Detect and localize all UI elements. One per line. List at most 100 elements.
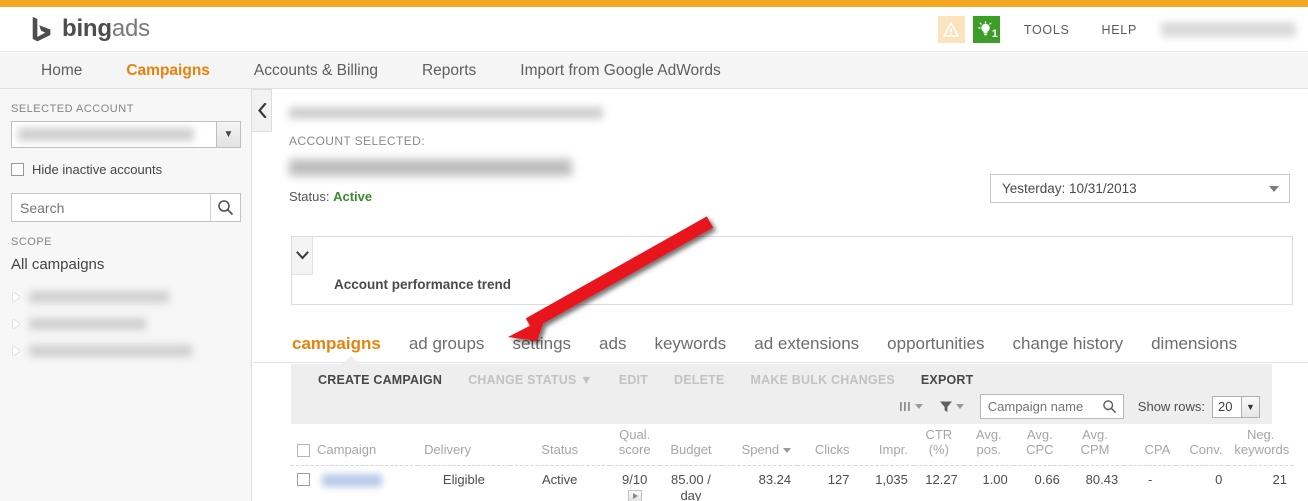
perf-panel-expand-button[interactable] xyxy=(292,237,313,275)
sidebar-collapse-button[interactable] xyxy=(252,89,272,132)
selected-account-label: SELECTED ACCOUNT xyxy=(11,103,134,115)
col-header-impr[interactable]: Impr. xyxy=(855,424,914,467)
cell-campaign[interactable] xyxy=(291,466,418,501)
cell-spend: 83.24 xyxy=(758,472,792,488)
campaign-search[interactable] xyxy=(979,394,1124,419)
create-campaign-button[interactable]: CREATE CAMPAIGN xyxy=(318,373,442,387)
sidebar-search[interactable] xyxy=(11,193,241,222)
campaign-tree xyxy=(11,283,240,364)
tab-ad-groups[interactable]: ad groups xyxy=(395,334,499,362)
tab-change-history[interactable]: change history xyxy=(999,334,1138,362)
col-header-delivery[interactable]: Delivery xyxy=(418,424,510,467)
account-select[interactable]: ▼ xyxy=(11,121,241,148)
columns-icon[interactable] xyxy=(899,400,923,413)
col-header-ctr[interactable]: CTR (%) xyxy=(913,424,964,467)
col-header-budget[interactable]: Budget xyxy=(659,424,723,467)
qual-score-value: 9/10 xyxy=(622,472,648,488)
account-user-name[interactable] xyxy=(1161,22,1296,37)
col-header-status[interactable]: Status xyxy=(509,424,610,467)
nav-item-home[interactable]: Home xyxy=(0,53,104,89)
tree-item[interactable] xyxy=(11,283,240,310)
col-header-avg-cpc[interactable]: Avg. CPC xyxy=(1013,424,1066,467)
tip-count-badge: 1 xyxy=(991,28,998,40)
toolbar-controls: Show rows: 20 ▼ xyxy=(899,394,1260,419)
nav-item-reports[interactable]: Reports xyxy=(400,53,498,89)
chevron-down-icon xyxy=(914,404,923,409)
col-header-clicks[interactable]: Clicks xyxy=(797,424,856,467)
warning-triangle-icon[interactable] xyxy=(937,16,965,43)
tree-item[interactable] xyxy=(11,337,240,364)
cell-budget: 85.00 / day xyxy=(671,472,711,501)
nav-item-accounts-billing[interactable]: Accounts & Billing xyxy=(232,53,400,89)
show-rows-select[interactable]: 20 ▼ xyxy=(1212,395,1260,418)
grid-header-row: Campaign Delivery Status Qual. score Bud… xyxy=(291,424,1293,467)
account-status: Status: Active xyxy=(289,189,372,204)
hide-inactive-accounts-row[interactable]: Hide inactive accounts xyxy=(11,162,240,177)
col-header-qual-score[interactable]: Qual. score xyxy=(609,424,660,467)
col-header-cpa[interactable]: CPA xyxy=(1124,424,1177,467)
col-header-neg-keywords[interactable]: Neg. keywords xyxy=(1228,424,1293,467)
chevron-down-icon: ▼ xyxy=(1241,396,1259,417)
tree-item-label xyxy=(29,344,192,357)
cell-impr: 1,035 xyxy=(875,472,908,488)
campaign-name-link[interactable] xyxy=(322,474,382,488)
edit-button: EDIT xyxy=(618,373,648,387)
search-icon[interactable] xyxy=(210,194,240,221)
nav-item-campaigns[interactable]: Campaigns xyxy=(104,53,232,89)
expand-triangle-icon[interactable] xyxy=(13,291,20,302)
col-header-spend[interactable]: Spend xyxy=(722,424,798,467)
tree-item[interactable] xyxy=(11,310,240,337)
primary-nav: Home Campaigns Accounts & Billing Report… xyxy=(0,53,1308,89)
qual-score-expand-icon[interactable] xyxy=(627,490,642,501)
chevron-left-icon xyxy=(257,103,267,118)
select-all-checkbox[interactable] xyxy=(297,443,310,457)
show-rows-value: 20 xyxy=(1218,399,1233,414)
lightbulb-icon[interactable]: 1 xyxy=(972,16,1000,43)
top-accent-bar xyxy=(0,0,1308,7)
tab-settings[interactable]: settings xyxy=(498,334,585,362)
campaigns-grid: Campaign Delivery Status Qual. score Bud… xyxy=(291,424,1293,501)
nav-item-import-adwords[interactable]: Import from Google AdWords xyxy=(498,53,742,89)
tab-keywords[interactable]: keywords xyxy=(640,334,740,362)
row-checkbox[interactable] xyxy=(297,473,310,487)
tab-ads[interactable]: ads xyxy=(585,334,640,362)
tab-campaigns[interactable]: campaigns xyxy=(278,334,395,362)
col-header-avg-pos[interactable]: Avg. pos. xyxy=(963,424,1014,467)
help-link[interactable]: HELP xyxy=(1086,23,1153,37)
all-campaigns-label[interactable]: All campaigns xyxy=(11,256,240,273)
tab-ad-extensions[interactable]: ad extensions xyxy=(740,334,873,362)
tools-link[interactable]: TOOLS xyxy=(1008,23,1086,37)
sidebar-search-input[interactable] xyxy=(12,195,196,220)
col-header-conv[interactable]: Conv. xyxy=(1176,424,1229,467)
table-row[interactable]: Eligible Active 9/10 85.00 / day 83.24 1… xyxy=(291,466,1293,501)
hide-inactive-checkbox[interactable] xyxy=(11,163,24,176)
change-status-button: CHANGE STATUS ▼ xyxy=(468,373,593,387)
filter-icon[interactable] xyxy=(939,400,964,413)
account-performance-trend-panel: Account performance trend xyxy=(291,236,1293,305)
chevron-down-icon xyxy=(295,251,309,260)
chevron-down-icon xyxy=(1269,185,1279,192)
perf-panel-title: Account performance trend xyxy=(334,277,512,292)
cell-neg-keywords[interactable]: 21 xyxy=(1228,466,1293,501)
search-icon[interactable] xyxy=(1102,399,1117,419)
masthead-right: 1 TOOLS HELP xyxy=(937,7,1308,52)
tab-opportunities[interactable]: opportunities xyxy=(873,334,998,362)
col-header-avg-cpm[interactable]: Avg. CPM xyxy=(1065,424,1125,467)
export-button[interactable]: EXPORT xyxy=(921,373,974,387)
expand-triangle-icon[interactable] xyxy=(13,345,20,356)
cell-ctr: 12.27 xyxy=(925,472,958,488)
show-rows-label: Show rows: xyxy=(1137,399,1205,414)
tab-dimensions[interactable]: dimensions xyxy=(1137,334,1251,362)
expand-triangle-icon[interactable] xyxy=(13,318,20,329)
account-select-value xyxy=(18,128,194,141)
cell-qual-score: 9/10 xyxy=(610,466,660,501)
campaign-search-input[interactable] xyxy=(980,398,1091,415)
selected-account-name xyxy=(289,159,572,176)
bing-ads-logo[interactable]: bingads xyxy=(31,15,150,43)
col-header-campaign[interactable]: Campaign xyxy=(291,424,419,467)
status-prefix: Status: xyxy=(289,189,334,204)
date-range-value: Yesterday: 10/31/2013 xyxy=(1002,181,1137,196)
date-range-select[interactable]: Yesterday: 10/31/2013 xyxy=(990,174,1290,203)
entity-tabs: campaigns ad groups settings ads keyword… xyxy=(253,326,1308,363)
cell-status: Active xyxy=(542,472,578,488)
